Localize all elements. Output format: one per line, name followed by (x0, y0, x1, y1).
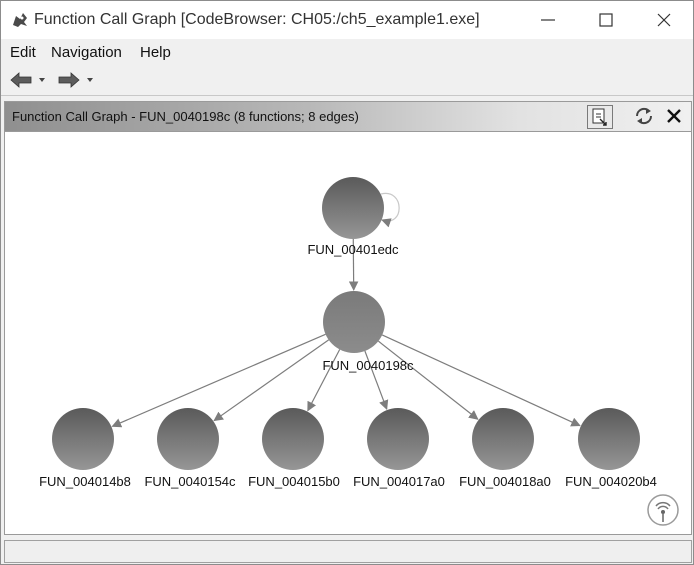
snapshot-icon (592, 108, 607, 126)
function-node[interactable] (472, 408, 534, 470)
function-node-label: FUN_004017a0 (353, 474, 445, 489)
close-panel-button[interactable] (662, 105, 686, 127)
forward-arrow-icon[interactable] (57, 71, 97, 89)
function-node-label: FUN_004018a0 (459, 474, 551, 489)
function-node[interactable] (578, 408, 640, 470)
menu-help[interactable]: Help (140, 44, 171, 61)
function-node[interactable] (52, 408, 114, 470)
graph-canvas[interactable]: FUN_00401edc FUN_0040198c FUN_004014b8 FUN_… (5, 132, 691, 534)
function-node-label: FUN_004014b8 (39, 474, 131, 489)
function-node-label: FUN_0040198c (322, 358, 414, 373)
panel-header: Function Call Graph - FUN_0040198c (8 fu… (5, 102, 691, 132)
close-icon (667, 109, 681, 123)
graph-edge[interactable] (378, 340, 479, 420)
title-bar[interactable]: Function Call Graph [CodeBrowser: CH05:/… (1, 1, 693, 39)
minimize-icon (541, 19, 555, 21)
function-node-label: FUN_004015b0 (248, 474, 340, 489)
panel-title: Function Call Graph - FUN_0040198c (8 fu… (12, 109, 359, 124)
menu-edit[interactable]: Edit (10, 44, 36, 61)
refresh-button[interactable] (632, 105, 656, 127)
menu-navigation[interactable]: Navigation (51, 44, 122, 61)
satellite-view-icon[interactable] (645, 492, 681, 528)
refresh-icon (635, 107, 653, 125)
window-title: Function Call Graph [CodeBrowser: CH05:/… (34, 11, 480, 28)
graph-edge[interactable] (213, 339, 330, 422)
function-node-label: FUN_0040154c (144, 474, 236, 489)
ghidra-dragon-icon (13, 13, 27, 27)
minimize-button[interactable] (519, 1, 577, 39)
function-node[interactable] (323, 291, 385, 353)
function-node-label: FUN_004020b4 (565, 474, 657, 489)
close-window-icon (657, 13, 671, 27)
app-window: Function Call Graph [CodeBrowser: CH05:/… (0, 0, 694, 565)
maximize-icon (599, 13, 613, 27)
function-node[interactable] (322, 177, 384, 239)
back-arrow-icon[interactable] (9, 71, 49, 89)
function-node[interactable] (157, 408, 219, 470)
snapshot-button[interactable] (587, 105, 613, 129)
close-window-button[interactable] (635, 1, 693, 39)
maximize-button[interactable] (577, 1, 635, 39)
status-bar (4, 540, 692, 563)
menu-bar: Edit Navigation Help (1, 39, 693, 65)
function-node-label: FUN_00401edc (307, 242, 399, 257)
function-call-graph-panel: Function Call Graph - FUN_0040198c (8 fu… (4, 101, 692, 535)
toolbar (1, 65, 693, 96)
function-node[interactable] (367, 408, 429, 470)
function-node[interactable] (262, 408, 324, 470)
